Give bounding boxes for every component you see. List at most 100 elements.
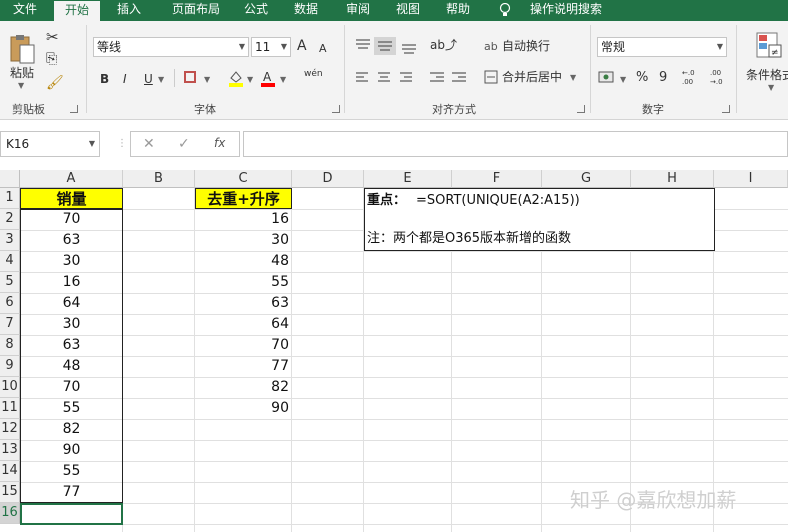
row-header[interactable]: 9 (0, 356, 20, 377)
tab-formulas[interactable]: 公式 (236, 0, 276, 21)
row-header[interactable]: 12 (0, 419, 20, 440)
cell-a[interactable]: 70 (20, 377, 123, 398)
border-dropdown-icon[interactable]: ▼ (204, 75, 210, 84)
paste-icon[interactable] (8, 33, 36, 65)
row-header-selected[interactable]: 16 (0, 503, 20, 524)
copy-icon[interactable]: ⎘ (46, 51, 57, 67)
cell-c[interactable]: 63 (195, 293, 292, 314)
cell-c[interactable]: 16 (195, 209, 292, 230)
tab-data[interactable]: 数据 (286, 0, 326, 21)
vertical-align-icons[interactable] (354, 37, 424, 55)
cell-c[interactable]: 90 (195, 398, 292, 419)
cell-c1-header[interactable]: 去重+升序 (195, 188, 292, 209)
clipboard-launcher-icon[interactable] (70, 105, 78, 113)
row-header[interactable]: 4 (0, 251, 20, 272)
alignment-launcher-icon[interactable] (577, 105, 585, 113)
font-color-dropdown-icon[interactable]: ▼ (280, 75, 286, 84)
cell-c[interactable]: 48 (195, 251, 292, 272)
row-header[interactable]: 14 (0, 461, 20, 482)
cell-c[interactable]: 64 (195, 314, 292, 335)
conditional-formatting-icon[interactable]: ≠ (755, 31, 783, 61)
cell-a[interactable]: 55 (20, 461, 123, 482)
cell-c[interactable]: 77 (195, 356, 292, 377)
cell-a[interactable]: 82 (20, 419, 123, 440)
number-format-select[interactable]: 常规 ▼ (597, 37, 727, 57)
insert-function-icon[interactable]: fx (214, 136, 225, 150)
bold-button[interactable]: B (100, 71, 109, 87)
cell-a[interactable]: 30 (20, 251, 123, 272)
tab-page-layout[interactable]: 页面布局 (160, 0, 232, 21)
column-header-d[interactable]: D (292, 170, 364, 188)
increase-decimal-button[interactable]: ←.0 .00 (682, 69, 700, 87)
tab-home[interactable]: 开始 (54, 0, 100, 21)
cell-a[interactable]: 55 (20, 398, 123, 419)
decrease-decimal-button[interactable]: .00 →.0 (710, 69, 728, 87)
cell-a[interactable]: 70 (20, 209, 123, 230)
comma-style-button[interactable]: 9 (659, 70, 667, 86)
underline-dropdown-icon[interactable]: ▼ (158, 75, 164, 84)
worksheet-grid[interactable]: A B C D E F G H I 1 2 3 4 5 6 7 8 9 10 1… (0, 170, 788, 532)
shrink-font-button[interactable]: A (319, 41, 327, 57)
underline-button[interactable]: U (144, 71, 153, 87)
enter-icon[interactable]: ✓ (178, 136, 190, 152)
column-header-e[interactable]: E (364, 170, 452, 188)
italic-button[interactable]: I (123, 71, 127, 87)
fill-color-icon[interactable] (228, 69, 244, 87)
border-icon[interactable] (184, 71, 200, 85)
row-header[interactable]: 6 (0, 293, 20, 314)
tab-file[interactable]: 文件 (0, 0, 50, 21)
row-header[interactable]: 3 (0, 230, 20, 251)
cell-a[interactable]: 64 (20, 293, 123, 314)
tell-me-search[interactable]: 操作说明搜索 (518, 0, 614, 21)
row-header[interactable]: 2 (0, 209, 20, 230)
merge-center-icon[interactable] (484, 70, 498, 84)
tab-review[interactable]: 审阅 (338, 0, 378, 21)
font-size-select[interactable]: 11 ▼ (251, 37, 291, 57)
wrap-text-button[interactable]: 自动换行 (502, 38, 550, 54)
cancel-icon[interactable]: ✕ (143, 136, 155, 152)
percent-button[interactable]: % (636, 70, 648, 86)
cell-a[interactable]: 30 (20, 314, 123, 335)
conditional-formatting-button[interactable]: 条件格式 (746, 67, 788, 83)
cell-a[interactable]: 90 (20, 440, 123, 461)
row-header[interactable]: 7 (0, 314, 20, 335)
row-header[interactable]: 13 (0, 440, 20, 461)
formula-input[interactable] (243, 131, 788, 157)
tab-insert[interactable]: 插入 (104, 0, 154, 21)
grow-font-button[interactable]: A (297, 38, 307, 54)
row-header[interactable]: 8 (0, 335, 20, 356)
orientation-icon[interactable]: ab⤴ (430, 37, 457, 53)
cell-c[interactable]: 55 (195, 272, 292, 293)
conditional-dropdown-icon[interactable]: ▼ (768, 83, 774, 92)
name-box[interactable]: K16 ▼ (0, 131, 100, 157)
column-header-g[interactable]: G (542, 170, 631, 188)
cell-c[interactable]: 82 (195, 377, 292, 398)
cell-a[interactable]: 16 (20, 272, 123, 293)
row-header[interactable]: 1 (0, 188, 20, 209)
merge-dropdown-icon[interactable]: ▼ (570, 73, 576, 82)
paste-dropdown-icon[interactable]: ▼ (18, 81, 24, 90)
column-header-h[interactable]: H (631, 170, 714, 188)
accounting-dropdown-icon[interactable]: ▼ (620, 75, 626, 84)
cell-c[interactable]: 70 (195, 335, 292, 356)
column-header-i[interactable]: I (714, 170, 788, 188)
cell-a1-header[interactable]: 销量 (20, 188, 123, 209)
number-launcher-icon[interactable] (722, 105, 730, 113)
wrap-text-icon[interactable]: ab (484, 39, 498, 53)
cell-a[interactable]: 77 (20, 482, 123, 503)
tab-help[interactable]: 帮助 (438, 0, 478, 21)
font-color-icon[interactable]: A (260, 69, 276, 87)
column-header-f[interactable]: F (452, 170, 542, 188)
cell-a[interactable]: 63 (20, 230, 123, 251)
format-painter-icon[interactable]: 🖌 (46, 75, 64, 91)
row-header[interactable]: 5 (0, 272, 20, 293)
fill-color-dropdown-icon[interactable]: ▼ (247, 75, 253, 84)
horizontal-align-icons[interactable] (354, 71, 470, 85)
cut-icon[interactable]: ✂ (46, 29, 59, 45)
row-header[interactable]: 10 (0, 377, 20, 398)
cell-a[interactable]: 63 (20, 335, 123, 356)
font-launcher-icon[interactable] (332, 105, 340, 113)
column-header-b[interactable]: B (123, 170, 195, 188)
row-header[interactable]: 11 (0, 398, 20, 419)
paste-label[interactable]: 粘贴 (10, 65, 34, 81)
